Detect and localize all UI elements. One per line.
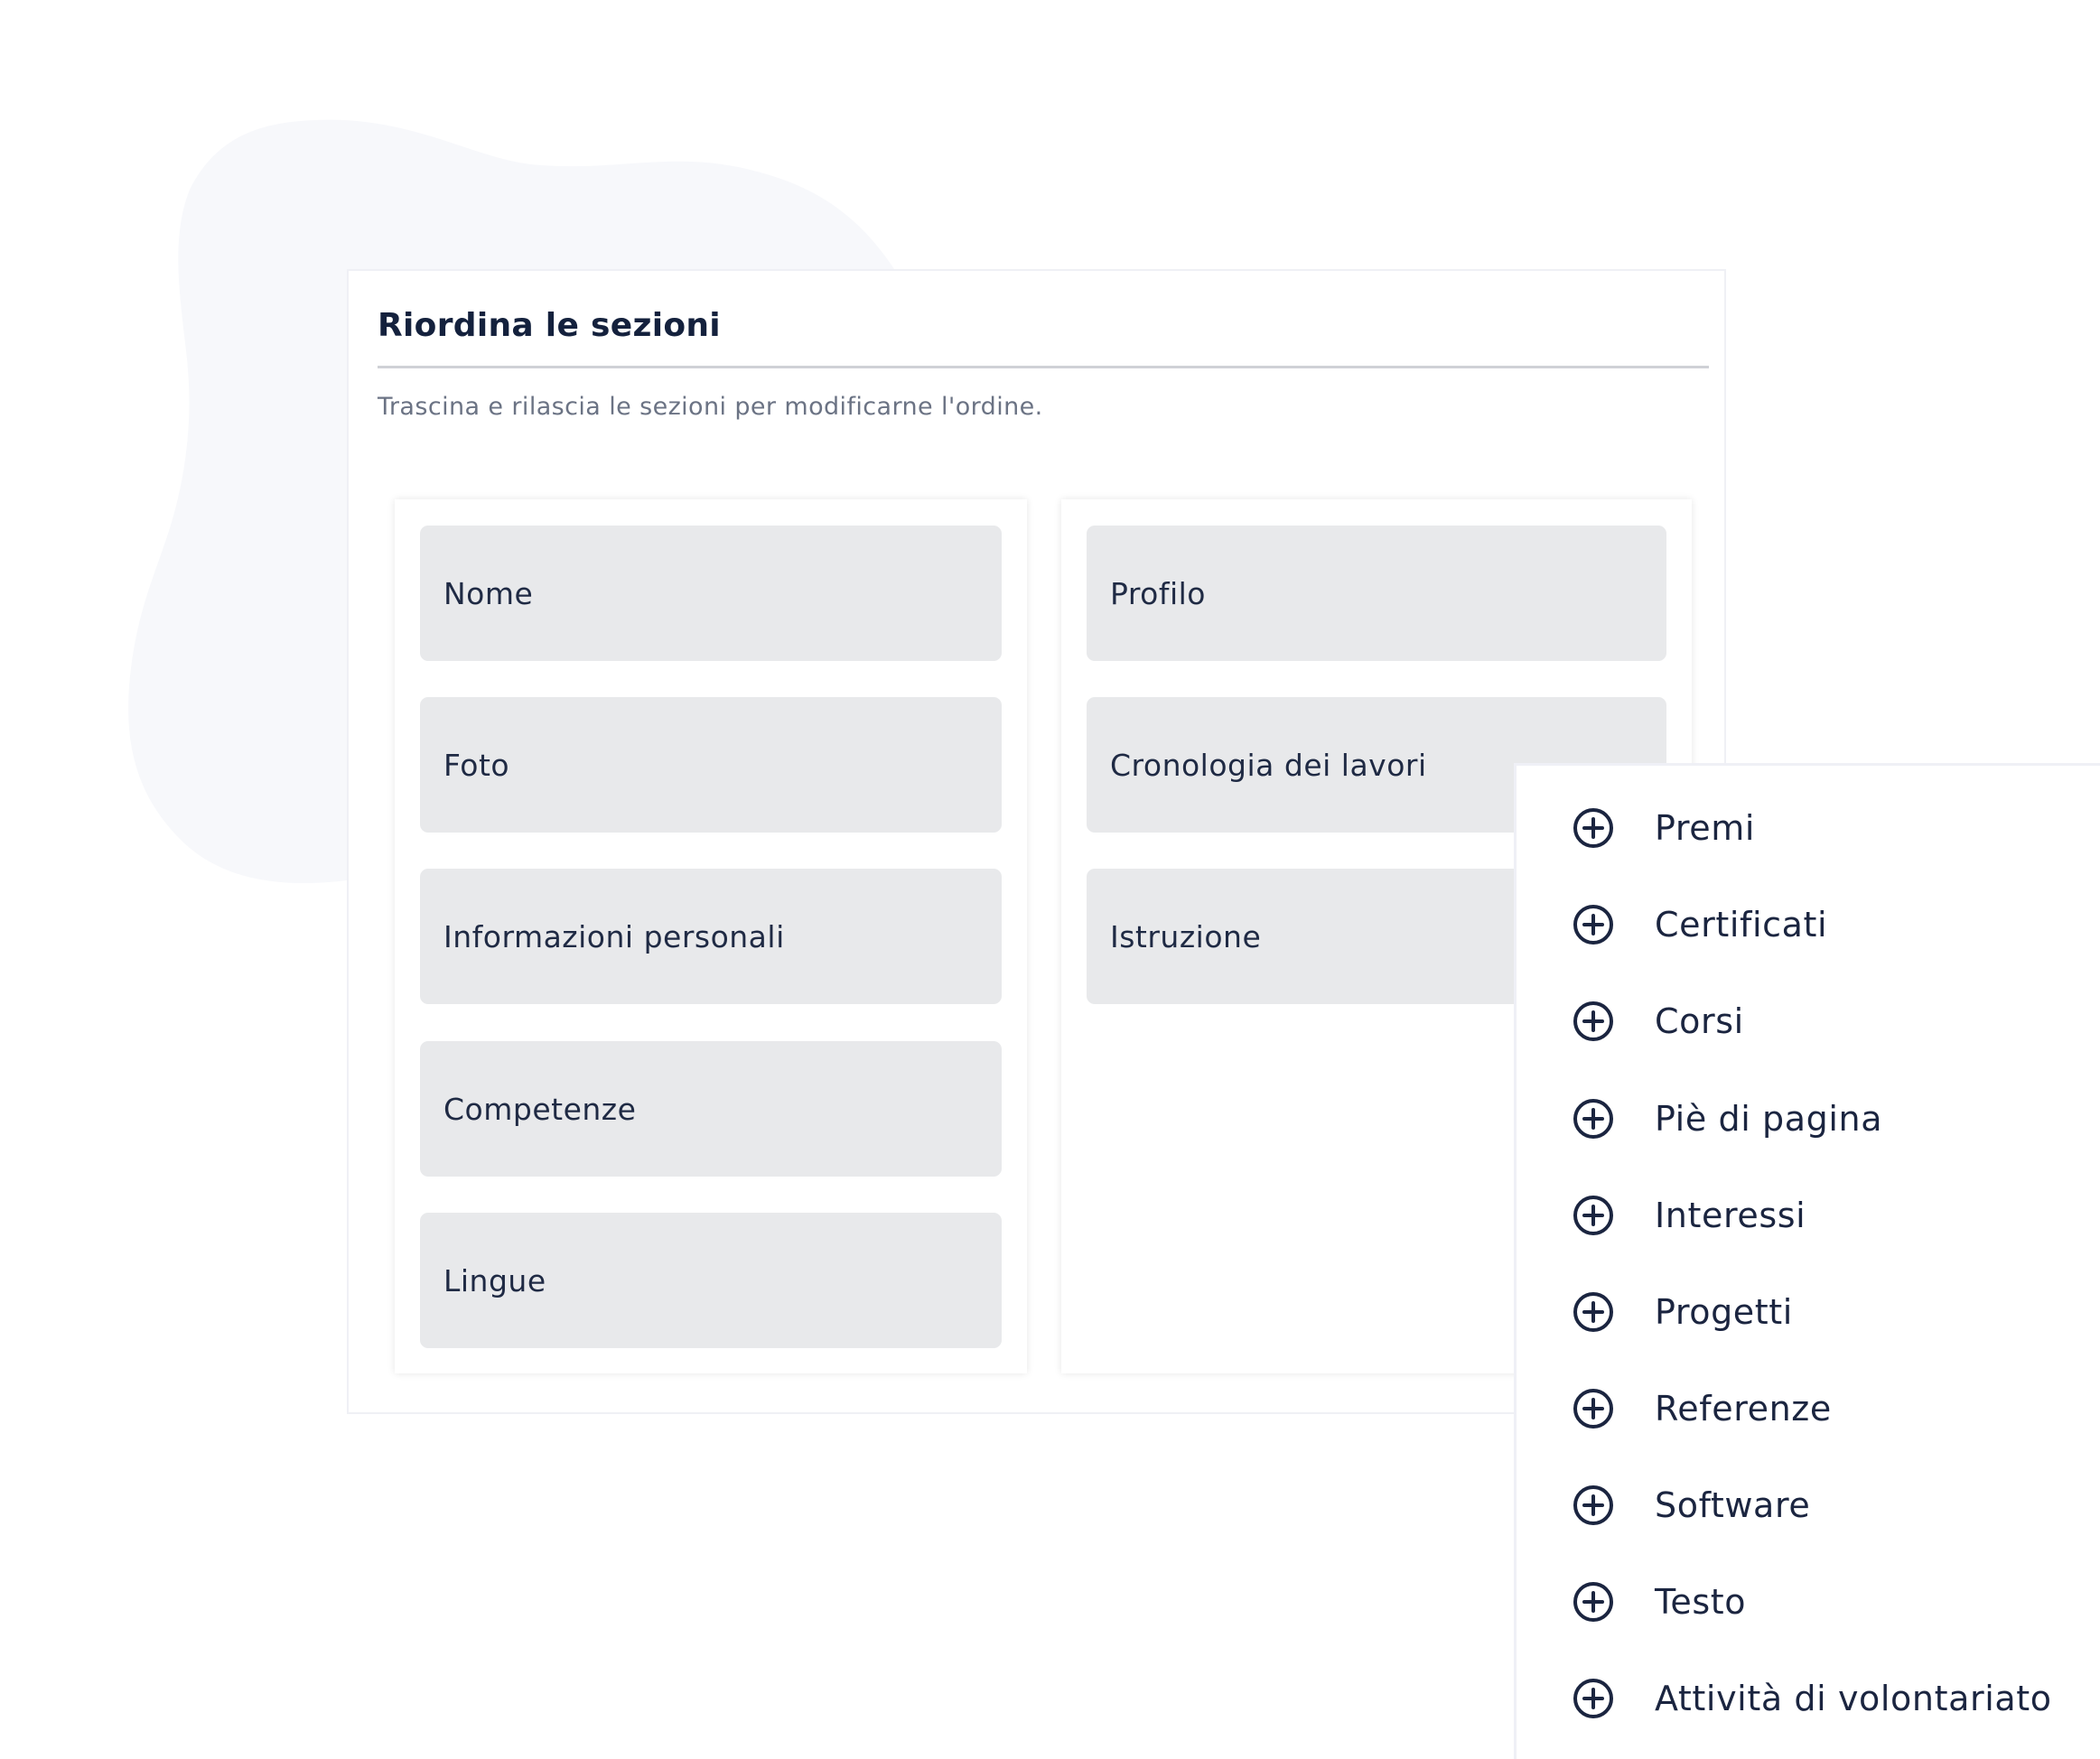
menu-item-referenze[interactable]: Referenze [1517,1373,2100,1445]
plus-circle-icon [1573,1099,1613,1139]
section-card-label: Profilo [1110,575,1206,611]
menu-item-interessi[interactable]: Interessi [1517,1179,2100,1252]
menu-item-certificati[interactable]: Certificati [1517,889,2100,961]
section-card-profilo[interactable]: Profilo [1087,526,1666,661]
menu-item-label: Attività di volontariato [1655,1679,2052,1718]
section-card-nome[interactable]: Nome [420,526,1002,661]
menu-item-label: Corsi [1655,1001,1744,1041]
menu-item-label: Piè di pagina [1655,1099,1883,1139]
add-section-menu: Premi Certificati Corsi Piè di pagina In… [1514,763,2100,1759]
section-card-label: Cronologia dei lavori [1110,747,1427,783]
plus-circle-icon [1573,1196,1613,1235]
plus-circle-icon [1573,808,1613,848]
section-card-label: Foto [443,747,510,783]
title-divider [378,366,1709,368]
plus-circle-icon [1573,1485,1613,1525]
menu-item-label: Software [1655,1485,1811,1525]
section-card-lingue[interactable]: Lingue [420,1213,1002,1348]
left-column-dropzone[interactable]: Nome Foto Informazioni personali Compete… [395,499,1027,1373]
plus-circle-icon [1573,1389,1613,1429]
section-card-competenze[interactable]: Competenze [420,1041,1002,1177]
menu-item-label: Progetti [1655,1292,1793,1332]
section-card-label: Nome [443,575,534,611]
menu-item-software[interactable]: Software [1517,1469,2100,1541]
menu-item-pie-di-pagina[interactable]: Piè di pagina [1517,1083,2100,1155]
plus-circle-icon [1573,1582,1613,1622]
menu-item-label: Premi [1655,808,1755,848]
menu-item-label: Certificati [1655,905,1828,945]
section-card-label: Lingue [443,1262,546,1298]
section-card-label: Informazioni personali [443,918,785,954]
menu-item-corsi[interactable]: Corsi [1517,985,2100,1057]
section-card-label: Competenze [443,1091,637,1127]
plus-circle-icon [1573,1679,1613,1718]
menu-item-label: Testo [1655,1582,1747,1622]
page: Riordina le sezioni Trascina e rilascia … [0,0,2100,1759]
menu-item-label: Referenze [1655,1389,1832,1429]
section-card-foto[interactable]: Foto [420,697,1002,833]
menu-item-testo[interactable]: Testo [1517,1566,2100,1638]
plus-circle-icon [1573,1001,1613,1041]
menu-item-label: Interessi [1655,1196,1806,1235]
section-card-label: Istruzione [1110,918,1262,954]
panel-title: Riordina le sezioni [378,307,721,344]
menu-item-progetti[interactable]: Progetti [1517,1276,2100,1348]
menu-item-attivita-di-volontariato[interactable]: Attività di volontariato [1517,1662,2100,1735]
plus-circle-icon [1573,1292,1613,1332]
plus-circle-icon [1573,905,1613,945]
panel-subtitle: Trascina e rilascia le sezioni per modif… [378,393,1043,421]
menu-item-premi[interactable]: Premi [1517,792,2100,864]
section-card-informazioni-personali[interactable]: Informazioni personali [420,869,1002,1004]
